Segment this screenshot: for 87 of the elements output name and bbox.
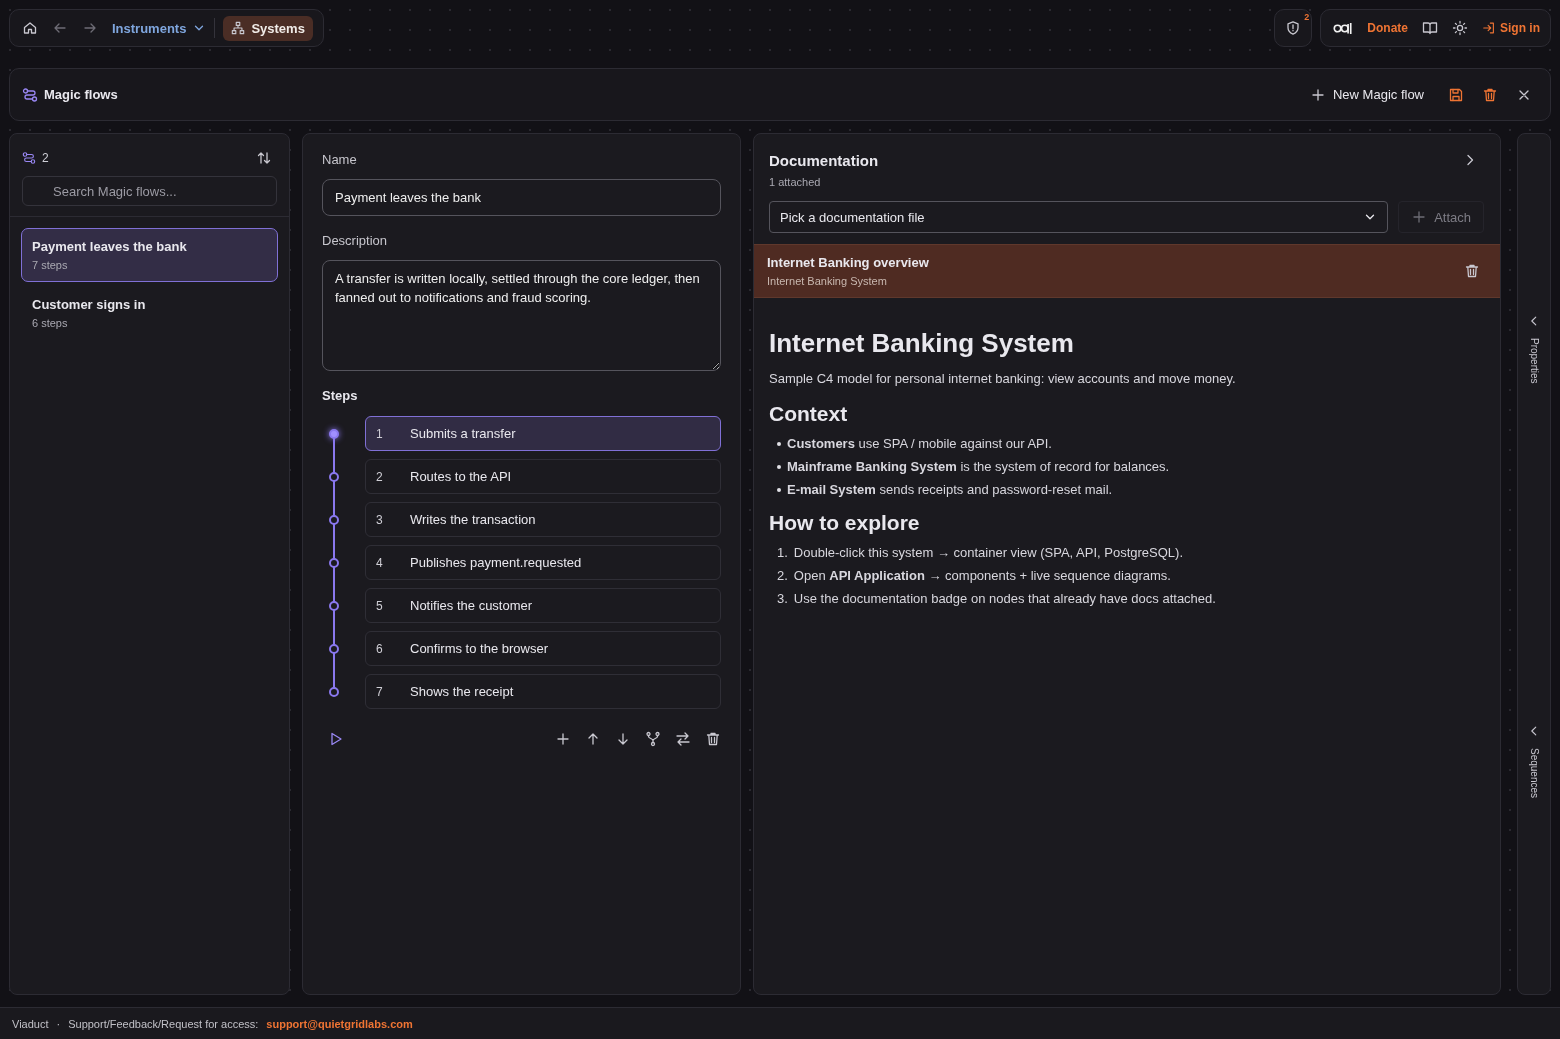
step-number: 1 (376, 426, 384, 441)
step-item[interactable]: 1 Submits a transfer (365, 416, 721, 451)
sort-icon[interactable] (256, 150, 272, 166)
step-number: 3 (376, 512, 384, 527)
list-item: Customers use SPA / mobile against our API. (787, 436, 1052, 451)
list-number: 3. (777, 591, 788, 606)
steps-heading: Steps (322, 388, 359, 403)
step-number: 7 (376, 684, 384, 699)
name-field[interactable]: Payment leaves the bank (322, 179, 721, 216)
list-item: Double-click this system → container view (SPA, API, PostgreSQL). (793, 545, 1184, 560)
step-item[interactable]: 7 Shows the receipt (365, 674, 721, 709)
instruments-menu[interactable]: Instruments (112, 20, 207, 36)
description-field[interactable]: A transfer is written locally, settled through the core ledger, then fanned out to notifications and fraud scoring. (322, 260, 721, 371)
save-icon[interactable] (1448, 86, 1464, 103)
rail-tab[interactable]: Sequences (1527, 723, 1541, 798)
flow-item[interactable]: Payment leaves the bank 7 steps (21, 228, 278, 282)
step-item[interactable]: 6 Confirms to the browser (365, 631, 721, 666)
logo-icon[interactable] (1333, 20, 1354, 36)
shield-icon (1285, 20, 1302, 36)
book-icon[interactable] (1422, 20, 1438, 36)
flow-count: 2 (42, 151, 49, 165)
step-label: Shows the receipt (410, 684, 514, 699)
fork-icon[interactable] (645, 731, 661, 747)
step-item[interactable]: 3 Writes the transaction (365, 502, 721, 537)
list-number: 1. (777, 545, 788, 560)
trash-icon[interactable] (1482, 86, 1498, 103)
systems-tab[interactable]: Systems (223, 15, 313, 41)
documentation-file-select[interactable]: Pick a documentation file (769, 201, 1389, 233)
document-heading: Internet Banking System (769, 328, 1075, 359)
home-icon[interactable] (22, 20, 38, 36)
new-magic-flow-button[interactable]: New Magic flow (1309, 86, 1430, 103)
list-item: E-mail System sends receipts and password-reset mail. (787, 482, 1113, 497)
bullet-icon (777, 441, 781, 446)
sign-in-link[interactable]: Sign in (1482, 21, 1540, 35)
attach-button[interactable]: Attach (1398, 201, 1484, 233)
flow-item[interactable]: Customer signs in 6 steps (21, 286, 278, 340)
add-icon[interactable] (555, 731, 571, 747)
step-number: 6 (376, 641, 384, 656)
list-item: Open API Application → components + live sequence diagrams. (793, 568, 1171, 583)
step-number: 5 (376, 598, 384, 613)
flow-icon (22, 151, 36, 165)
donate-link[interactable]: Donate (1367, 21, 1408, 35)
step-item[interactable]: 2 Routes to the API (365, 459, 721, 494)
step-number: 4 (376, 555, 384, 570)
section-heading: How to explore (769, 511, 921, 535)
step-item[interactable]: 4 Publishes payment.requested (365, 545, 721, 580)
field-label: Name (322, 152, 358, 167)
hierarchy-icon (231, 21, 246, 35)
trash-icon[interactable] (1464, 263, 1480, 279)
documentation-title: Documentation (769, 152, 879, 169)
document-title: Internet Banking overview (767, 255, 929, 270)
flow-icon (22, 86, 38, 103)
rail-tab[interactable]: Properties (1527, 314, 1541, 384)
list-item: Use the documentation badge on nodes that already have docs attached. (793, 591, 1216, 606)
panel-title: Magic flows (44, 87, 118, 102)
search-field[interactable]: Search Magic flows... (22, 176, 277, 206)
step-label: Publishes payment.requested (410, 555, 582, 570)
play-icon[interactable] (328, 731, 344, 747)
attached-count: 1 attached (769, 176, 822, 188)
list-item: Mainframe Banking System is the system of record for balances. (787, 459, 1170, 474)
bullet-icon (777, 487, 781, 492)
separator: · (56, 1017, 61, 1030)
step-label: Confirms to the browser (410, 641, 548, 656)
document-system: Internet Banking System (767, 275, 888, 287)
support-email-link[interactable]: support@quietgridlabs.com (266, 1017, 413, 1030)
step-label: Submits a transfer (410, 426, 516, 441)
trash-icon[interactable] (705, 731, 721, 747)
step-label: Routes to the API (410, 469, 512, 484)
support-text: Support/Feedback/Request for access: (68, 1017, 259, 1030)
flow-step-count: 6 steps (32, 317, 69, 329)
bullet-icon (777, 464, 781, 469)
list-number: 2. (777, 568, 788, 583)
document-intro: Sample C4 model for personal internet banking: view accounts and move money. (769, 371, 1237, 386)
flow-title: Customer signs in (32, 297, 147, 312)
step-item[interactable]: 5 Notifies the customer (365, 588, 721, 623)
step-number: 2 (376, 469, 384, 484)
section-heading: Context (769, 402, 849, 426)
step-label: Writes the transaction (410, 512, 536, 527)
swap-icon[interactable] (675, 731, 691, 747)
flow-step-count: 7 steps (32, 259, 69, 271)
app-name: Viaduct (12, 1017, 49, 1030)
sun-icon[interactable] (1452, 20, 1468, 36)
field-label: Description (322, 233, 389, 248)
sign-in-icon (1482, 21, 1496, 35)
step-label: Notifies the customer (410, 598, 533, 613)
flow-title: Payment leaves the bank (32, 239, 188, 254)
attached-document[interactable]: Internet Banking overview Internet Banking System (754, 244, 1500, 298)
